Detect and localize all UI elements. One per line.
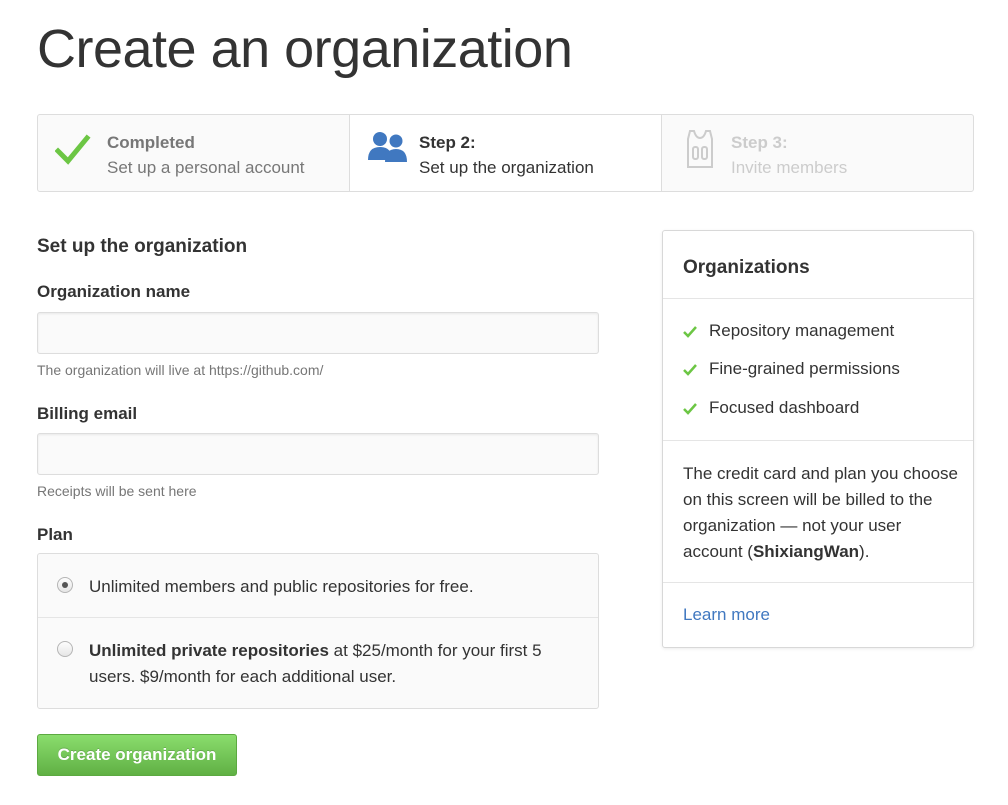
step-title: Completed — [107, 133, 195, 152]
billing-note: The credit card and plan you choose on t… — [683, 461, 963, 565]
check-icon — [683, 326, 697, 338]
step-description: Set up the organization — [419, 158, 594, 177]
plan-paid-label: Unlimited private repositories at $25/mo… — [89, 638, 584, 690]
org-name-input[interactable] — [37, 312, 599, 354]
form-heading: Set up the organization — [37, 236, 248, 257]
org-name-label: Organization name — [37, 282, 191, 301]
learn-more-link[interactable]: Learn more — [683, 605, 770, 625]
create-organization-button[interactable]: Create organization — [37, 734, 237, 776]
billing-email-note: Receipts will be sent here — [37, 483, 197, 499]
plan-free-text: Unlimited members and public repositorie… — [89, 577, 474, 596]
plan-free-radio[interactable] — [57, 577, 73, 593]
org-name-note: The organization will live at https://gi… — [37, 362, 324, 378]
sidebar-title: Organizations — [683, 257, 810, 278]
billing-email-label: Billing email — [37, 404, 138, 423]
plan-options: Unlimited members and public repositorie… — [37, 553, 599, 709]
billing-email-input[interactable] — [37, 433, 599, 475]
people-icon — [368, 132, 407, 162]
step-description: Invite members — [731, 158, 848, 177]
step-title: Step 3: — [731, 133, 788, 152]
jersey-icon — [687, 130, 713, 168]
divider — [663, 440, 973, 441]
plan-label: Plan — [37, 525, 73, 544]
username: ShixiangWan — [752, 542, 860, 561]
divider — [663, 298, 973, 299]
feature-label: Focused dashboard — [709, 398, 860, 417]
plan-option-free[interactable]: Unlimited members and public repositorie… — [38, 554, 598, 618]
page-title: Create an organization — [37, 19, 573, 79]
step-3: Step 3: Invite members — [661, 115, 973, 191]
check-icon — [683, 403, 697, 415]
checkmark-icon — [55, 134, 91, 165]
check-icon — [683, 364, 697, 376]
plan-free-label: Unlimited members and public repositorie… — [89, 574, 584, 600]
billing-note-end: ). — [859, 542, 870, 561]
plan-option-paid[interactable]: Unlimited private repositories at $25/mo… — [38, 618, 598, 709]
plan-paid-radio[interactable] — [57, 641, 73, 657]
progress-steps: Completed Set up a personal account Step… — [37, 114, 974, 192]
plan-paid-bold: Unlimited private repositories — [89, 641, 329, 660]
divider — [663, 582, 973, 583]
step-completed: Completed Set up a personal account — [38, 115, 349, 191]
feature-label: Repository management — [709, 321, 895, 340]
feature-label: Fine-grained permissions — [709, 359, 900, 378]
organizations-sidebar: Organizations Repository management Fine… — [662, 230, 974, 648]
step-2: Step 2: Set up the organization — [349, 115, 661, 191]
step-title: Step 2: — [419, 133, 476, 152]
step-description: Set up a personal account — [107, 158, 305, 177]
